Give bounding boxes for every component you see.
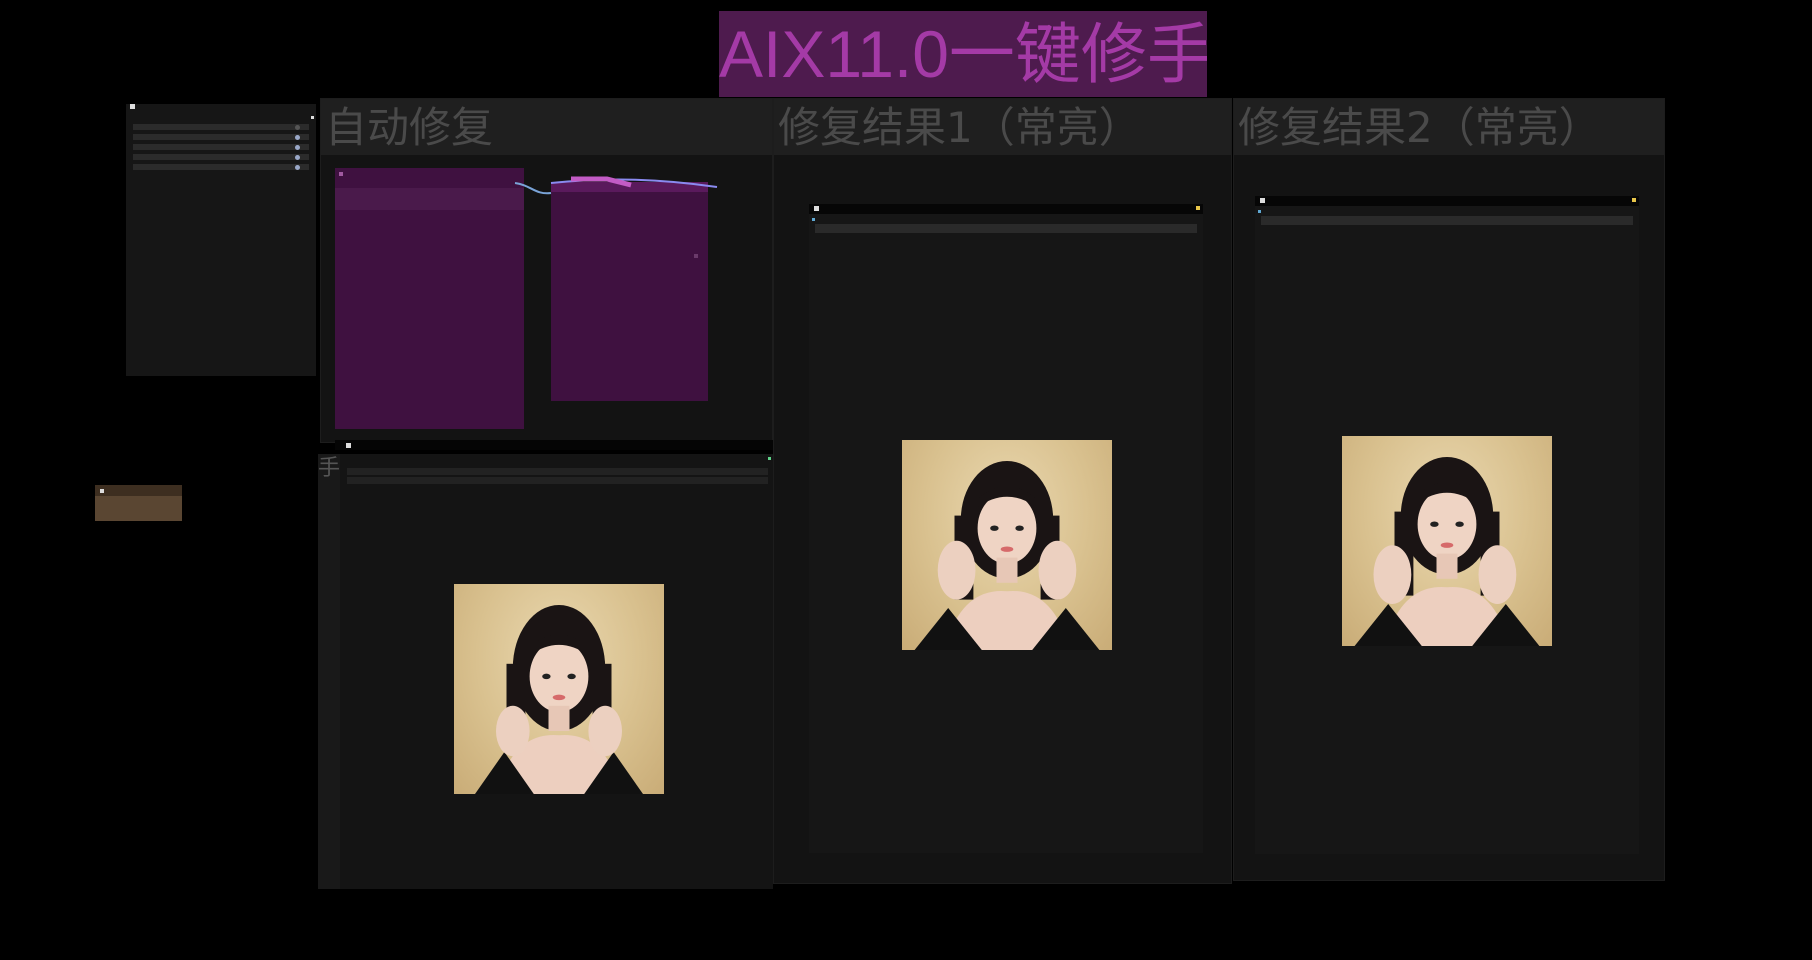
node-badge-icon xyxy=(1196,206,1200,210)
group-title[interactable]: 修复结果1（常亮） xyxy=(774,99,1231,155)
preview-widget-bar[interactable] xyxy=(347,477,768,484)
widget-knob[interactable] xyxy=(295,125,300,130)
workflow-title: AIX11.0一键修手 xyxy=(719,17,1207,91)
widget-knob[interactable] xyxy=(295,135,300,140)
node-collapse-icon[interactable] xyxy=(346,443,351,448)
purple-node-right[interactable] xyxy=(551,182,708,401)
widget-row[interactable] xyxy=(133,164,309,170)
group-title[interactable]: 修复结果2（常亮） xyxy=(1234,99,1664,155)
filename-prefix-widget[interactable] xyxy=(815,224,1197,233)
preview-node-glyph: 手 xyxy=(318,456,341,481)
preview-node-side-tab: 手 xyxy=(318,454,340,889)
input-port-icon[interactable] xyxy=(812,218,815,221)
node-badge-icon xyxy=(1632,198,1636,202)
node-title-bar[interactable] xyxy=(1255,196,1639,206)
widget-knob[interactable] xyxy=(295,145,300,150)
preview-widget-bar[interactable] xyxy=(347,468,768,475)
node-port-icon[interactable] xyxy=(694,254,698,258)
node-collapse-icon[interactable] xyxy=(130,104,135,109)
note-node-title-bar[interactable] xyxy=(95,485,182,496)
node-title-bar[interactable] xyxy=(809,204,1203,214)
widget-knob[interactable] xyxy=(295,155,300,160)
group-repair-result-2[interactable]: 修复结果2（常亮） xyxy=(1233,98,1665,881)
group-auto-repair[interactable]: 自动修复 xyxy=(320,98,773,443)
node-collapse-icon[interactable] xyxy=(814,206,819,211)
node-link-wires xyxy=(514,176,718,195)
preview-title-bar[interactable] xyxy=(335,440,776,450)
result-image-1 xyxy=(902,440,1112,650)
preview-image xyxy=(454,584,664,794)
filename-prefix-widget[interactable] xyxy=(1261,216,1633,225)
widget-row[interactable] xyxy=(133,134,309,140)
widget-knob[interactable] xyxy=(295,165,300,170)
widget-row[interactable] xyxy=(133,154,309,160)
workflow-title-banner: AIX11.0一键修手 xyxy=(719,11,1207,97)
note-node[interactable] xyxy=(95,485,182,521)
node-collapse-icon[interactable] xyxy=(100,489,104,493)
hand-preview-node[interactable]: 手 xyxy=(318,454,773,889)
group-title[interactable]: 自动修复 xyxy=(321,99,772,155)
node-collapse-icon[interactable] xyxy=(1260,198,1265,203)
widget-row[interactable] xyxy=(133,124,309,130)
input-port-icon[interactable] xyxy=(1258,210,1261,213)
purple-node-left[interactable] xyxy=(335,168,524,429)
save-image-node-1[interactable] xyxy=(809,204,1203,853)
node-corner-icon xyxy=(311,116,314,119)
purple-node-left-header xyxy=(335,188,524,210)
node-collapse-icon[interactable] xyxy=(339,172,343,176)
save-image-node-2[interactable] xyxy=(1255,196,1639,854)
settings-node[interactable] xyxy=(126,104,316,376)
widget-row[interactable] xyxy=(133,144,309,150)
group-repair-result-1[interactable]: 修复结果1（常亮） xyxy=(773,98,1232,884)
output-port-icon[interactable] xyxy=(768,457,771,460)
result-image-2 xyxy=(1342,436,1552,646)
